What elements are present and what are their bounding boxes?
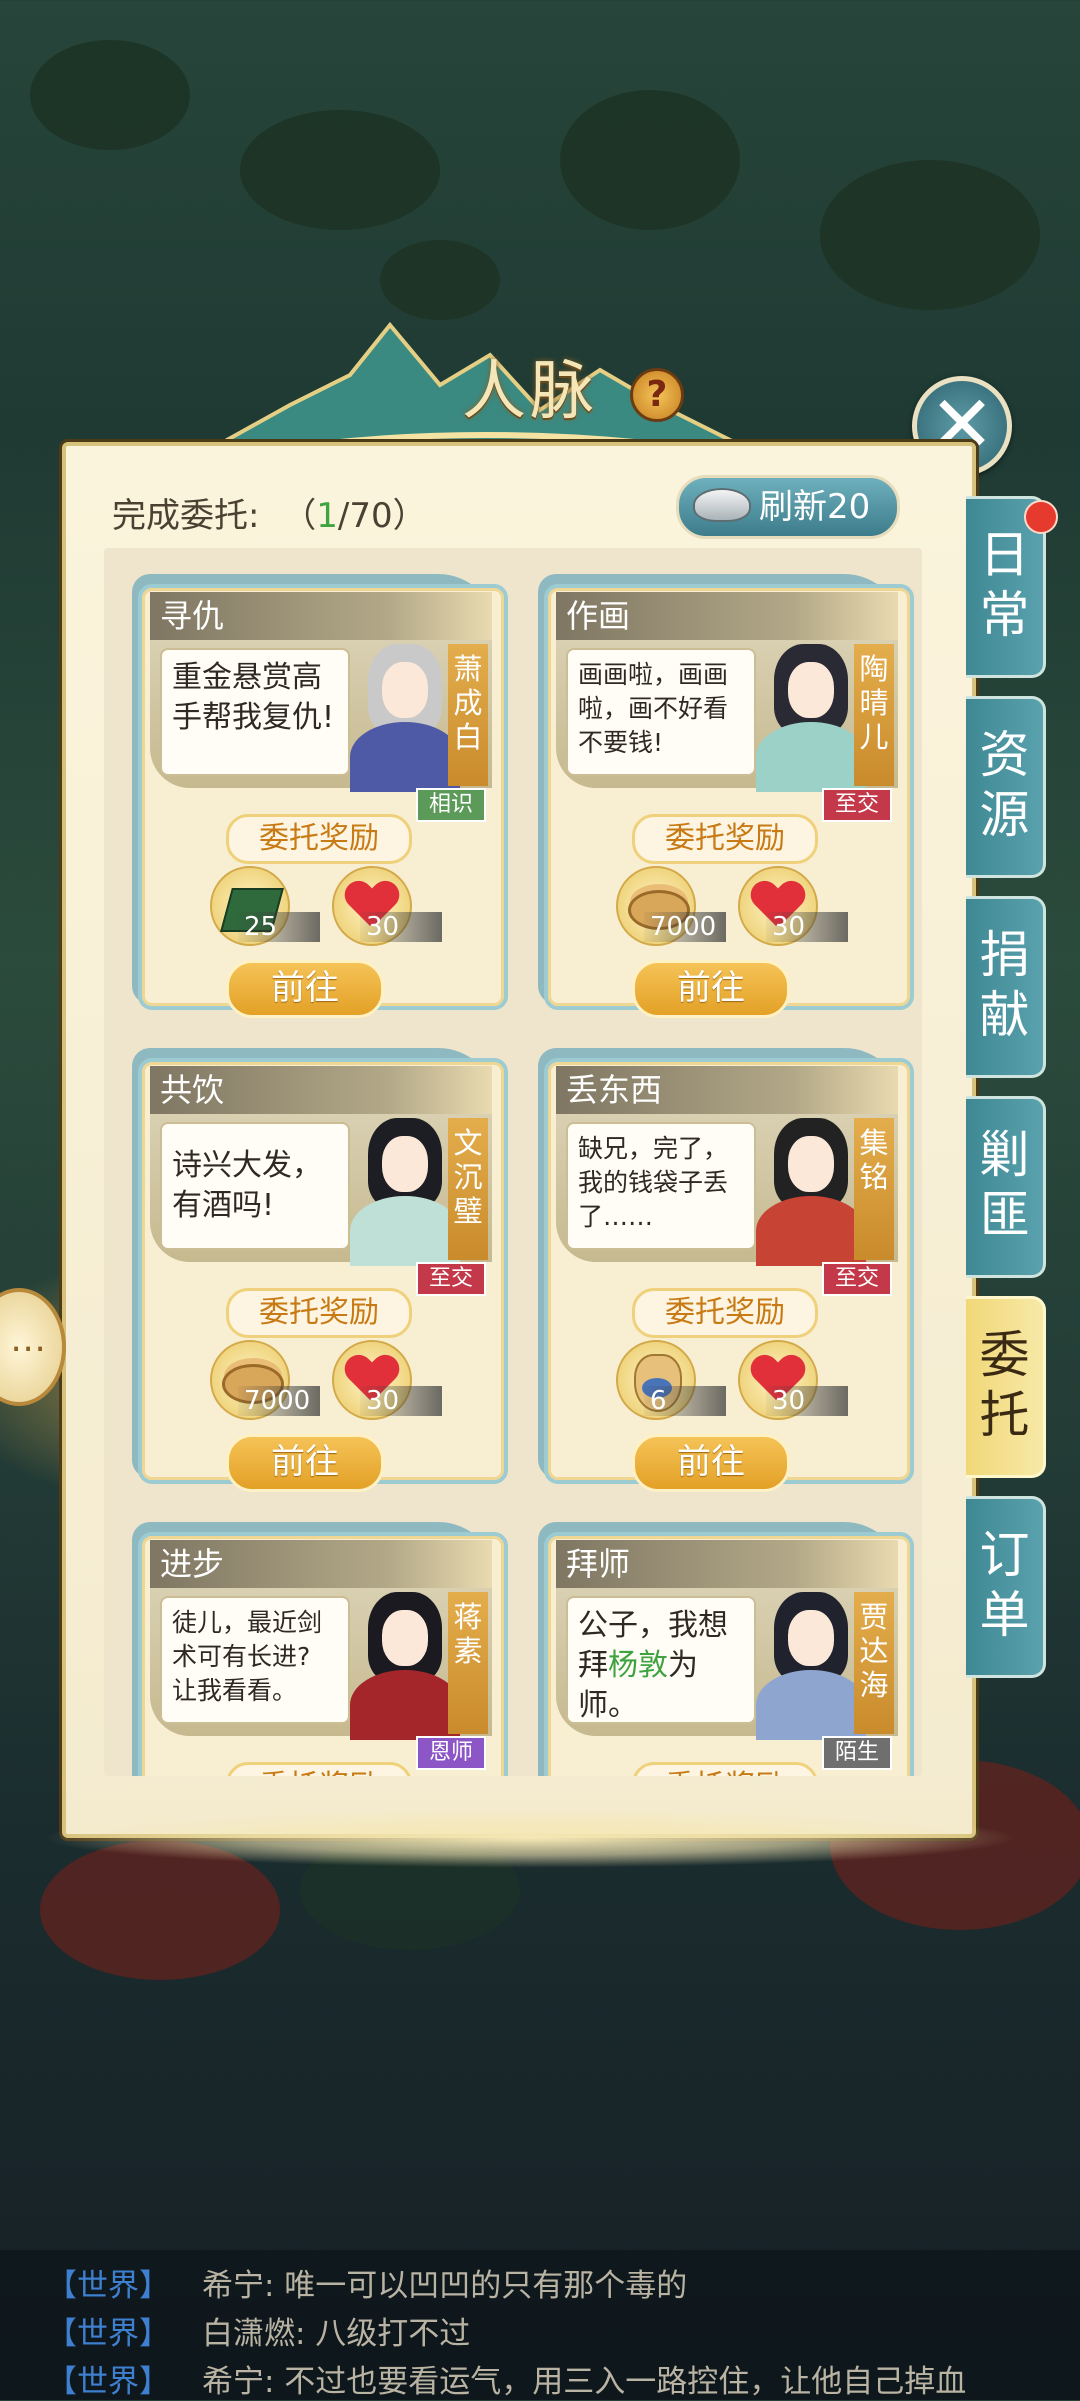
reward-label: 委托奖励 bbox=[632, 1288, 818, 1338]
world-chat[interactable]: 【世界】 希宁: 唯一可以凹凹的只有那个毒的 【世界】 白潇燃: 八级打不过 【世界… bbox=[0, 2250, 1080, 2400]
chat-message: 【世界】 希宁: 唯一可以凹凹的只有那个毒的 bbox=[46, 2268, 688, 2304]
commission-type: 拜师 bbox=[556, 1540, 898, 1588]
reward-label: 委托奖励 bbox=[226, 1288, 412, 1338]
chat-channel: 【世界】 bbox=[46, 2316, 170, 2352]
commission-card: 共饮 诗兴大发，有酒吗! 文沉璧 至交 委托奖励 7000 30 前往 bbox=[132, 1048, 510, 1492]
character-name: 蒋素 bbox=[448, 1592, 488, 1734]
panel-cloud-decoration bbox=[40, 1808, 1020, 1868]
tab-commission[interactable]: 委托 bbox=[966, 1296, 1046, 1478]
relation-badge: 相识 bbox=[416, 788, 486, 822]
help-icon[interactable]: ? bbox=[630, 368, 684, 422]
commission-request: 诗兴大发，有酒吗! bbox=[160, 1122, 350, 1250]
tab-resources[interactable]: 资源 bbox=[966, 696, 1046, 878]
reward-label: 委托奖励 bbox=[226, 1762, 412, 1776]
commission-type: 共饮 bbox=[150, 1066, 492, 1114]
character-portrait bbox=[756, 1118, 866, 1266]
refresh-label: 刷新20 bbox=[759, 487, 871, 527]
commission-request: 画画啦，画画啦，画不好看不要钱! bbox=[566, 648, 756, 776]
commission-request: 缺兄，完了，我的钱袋子丢了…… bbox=[566, 1122, 756, 1250]
character-portrait bbox=[350, 1118, 460, 1266]
character-name: 集铭 bbox=[854, 1118, 894, 1260]
reward-item: 6 bbox=[616, 1340, 726, 1420]
go-button[interactable]: 前往 bbox=[632, 960, 790, 1018]
relation-badge: 至交 bbox=[822, 788, 892, 822]
character-portrait bbox=[756, 644, 866, 792]
reward-item: 7000 bbox=[616, 866, 726, 946]
character-name: 陶晴儿 bbox=[854, 644, 894, 786]
highlighted-name: 杨敦 bbox=[608, 1648, 668, 1683]
chat-channel: 【世界】 bbox=[46, 2364, 170, 2400]
reward-item: 30 bbox=[332, 866, 442, 946]
completion-counter: 完成委托: （1/70） bbox=[112, 496, 427, 536]
commission-request: 重金悬赏高手帮我复仇! bbox=[160, 648, 350, 776]
refresh-button[interactable]: 刷新20 bbox=[676, 475, 900, 539]
commission-request: 公子，我想拜杨敦为师。 bbox=[566, 1596, 756, 1724]
go-button[interactable]: 前往 bbox=[226, 1434, 384, 1492]
tab-donate[interactable]: 捐献 bbox=[966, 896, 1046, 1078]
commission-request: 徒儿，最近剑术可有长进? 让我看看。 bbox=[160, 1596, 350, 1724]
commission-card: 拜师 公子，我想拜杨敦为师。 贾达海 陌生 委托奖励 前往 bbox=[538, 1522, 916, 1776]
reward-item: 30 bbox=[738, 866, 848, 946]
relation-badge: 陌生 bbox=[822, 1736, 892, 1770]
character-name: 文沉璧 bbox=[448, 1118, 488, 1260]
relation-badge: 至交 bbox=[416, 1262, 486, 1296]
character-portrait bbox=[350, 1592, 460, 1740]
commission-card: 作画 画画啦，画画啦，画不好看不要钱! 陶晴儿 至交 委托奖励 7000 30 … bbox=[538, 574, 916, 1018]
character-portrait bbox=[350, 644, 460, 792]
commission-card: 丢东西 缺兄，完了，我的钱袋子丢了…… 集铭 至交 委托奖励 6 30 前往 bbox=[538, 1048, 916, 1492]
chat-message: 【世界】 白潇燃: 八级打不过 bbox=[46, 2316, 471, 2352]
tab-orders[interactable]: 订单 bbox=[966, 1496, 1046, 1678]
commission-type: 寻仇 bbox=[150, 592, 492, 640]
chat-channel: 【世界】 bbox=[46, 2268, 170, 2304]
reward-label: 委托奖励 bbox=[632, 1762, 818, 1776]
reward-item: 30 bbox=[332, 1340, 442, 1420]
notification-dot bbox=[1024, 500, 1058, 534]
commission-card: 进步 徒儿，最近剑术可有长进? 让我看看。 蒋素 恩师 委托奖励 前往 bbox=[132, 1522, 510, 1776]
character-portrait bbox=[756, 1592, 866, 1740]
go-button[interactable]: 前往 bbox=[226, 960, 384, 1018]
chat-icon: ⋯ bbox=[10, 1328, 46, 1369]
commission-type: 作画 bbox=[556, 592, 898, 640]
commission-type: 丢东西 bbox=[556, 1066, 898, 1114]
commission-list[interactable]: 寻仇 重金悬赏高手帮我复仇! 萧成白 相识 委托奖励 25 30 前往 作画 画… bbox=[104, 548, 922, 1776]
completion-current: 1 bbox=[316, 496, 338, 536]
completion-label: 完成委托: bbox=[112, 496, 260, 536]
chat-message: 【世界】 希宁: 不过也要看运气，用三入一路控住，让他自己掉血 bbox=[46, 2364, 967, 2400]
reward-label: 委托奖励 bbox=[226, 814, 412, 864]
commission-type: 进步 bbox=[150, 1540, 492, 1588]
relation-badge: 至交 bbox=[822, 1262, 892, 1296]
reward-item: 30 bbox=[738, 1340, 848, 1420]
reward-item: 7000 bbox=[210, 1340, 320, 1420]
relation-badge: 恩师 bbox=[416, 1736, 486, 1770]
completion-total: /70 bbox=[337, 496, 393, 536]
go-button[interactable]: 前往 bbox=[632, 1434, 790, 1492]
silver-ingot-icon bbox=[693, 488, 751, 522]
commission-card: 寻仇 重金悬赏高手帮我复仇! 萧成白 相识 委托奖励 25 30 前往 bbox=[132, 574, 510, 1018]
character-name: 萧成白 bbox=[448, 644, 488, 786]
tab-bandits[interactable]: 剿匪 bbox=[966, 1096, 1046, 1278]
reward-label: 委托奖励 bbox=[632, 814, 818, 864]
character-name: 贾达海 bbox=[854, 1592, 894, 1734]
reward-item: 25 bbox=[210, 866, 320, 946]
page-title: 人脉 bbox=[462, 355, 598, 429]
